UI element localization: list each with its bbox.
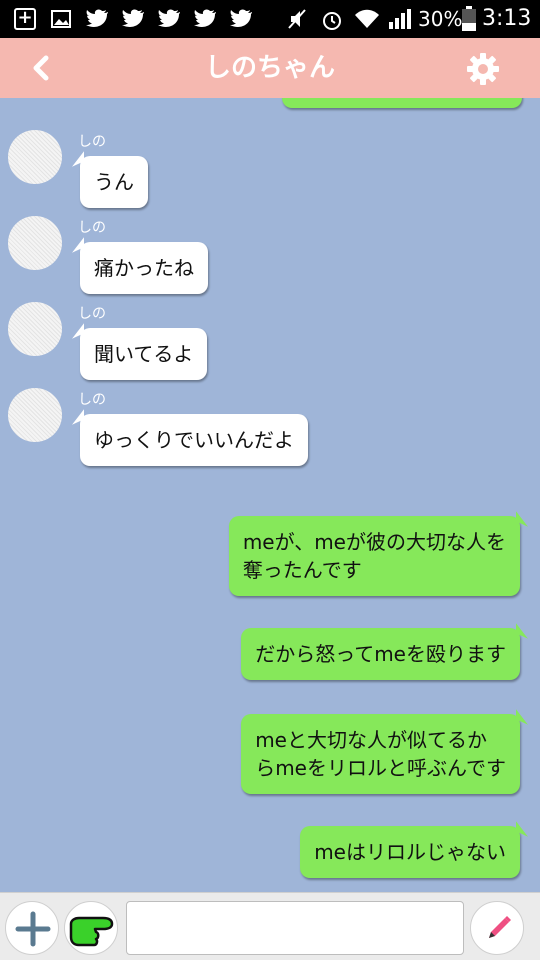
mute-icon bbox=[286, 8, 308, 30]
message-text-line: らmeをリロルと呼ぶんです bbox=[255, 756, 506, 780]
avatar[interactable] bbox=[8, 302, 62, 356]
add-attachment-button[interactable] bbox=[5, 901, 59, 955]
send-button[interactable] bbox=[470, 901, 524, 955]
back-button[interactable] bbox=[22, 50, 62, 86]
message-text-line: 奪ったんです bbox=[242, 558, 362, 582]
chat-header: しのちゃん bbox=[0, 38, 540, 98]
message-text-line: meはリロルじゃない bbox=[314, 840, 506, 864]
message-bubble-incoming: うん bbox=[80, 156, 148, 208]
message-bubble-incoming: ゆっくりでいいんだよ bbox=[80, 414, 308, 466]
plus-icon bbox=[15, 911, 51, 947]
avatar[interactable] bbox=[8, 130, 62, 184]
sender-name: しの bbox=[78, 134, 106, 150]
chat-area[interactable]: しの うん しの 痛かったね しの 聞いてるよ しの ゆっくりでいいんだよ me… bbox=[0, 98, 540, 892]
twitter-icon bbox=[194, 8, 216, 30]
gear-icon bbox=[467, 53, 499, 85]
sender-name: しの bbox=[78, 392, 106, 408]
status-bar: + 30% 3:13 bbox=[0, 0, 540, 38]
sender-name: しの bbox=[78, 220, 106, 236]
sender-name: しの bbox=[78, 306, 106, 322]
clock: 3:13 bbox=[482, 6, 532, 31]
message-bubble-incoming: 聞いてるよ bbox=[80, 328, 208, 380]
battery-icon bbox=[458, 6, 480, 31]
wifi-icon bbox=[354, 8, 379, 30]
pointing-hand-icon bbox=[69, 916, 114, 947]
message-bubble-outgoing: だから怒ってmeを殴ります bbox=[241, 628, 520, 680]
twitter-icon bbox=[122, 8, 144, 30]
avatar[interactable] bbox=[8, 388, 62, 442]
message-text-line: だから怒ってmeを殴ります bbox=[255, 642, 506, 666]
pencil-icon bbox=[489, 916, 511, 938]
alarm-icon bbox=[320, 8, 342, 30]
sticker-button[interactable] bbox=[64, 901, 118, 955]
twitter-icon bbox=[230, 8, 252, 30]
battery-percent: 30% bbox=[418, 7, 463, 31]
twitter-icon bbox=[158, 8, 180, 30]
message-bubble-outgoing: meはリロルじゃない bbox=[300, 826, 520, 878]
add-box-icon: + bbox=[14, 8, 36, 30]
page-title: しのちゃん bbox=[204, 53, 335, 83]
signal-icon bbox=[388, 8, 411, 30]
message-bubble-outgoing: meが、meが彼の大切な人を 奪ったんです bbox=[228, 516, 520, 596]
chevron-left-icon bbox=[33, 55, 49, 81]
input-bar bbox=[0, 892, 540, 960]
message-bubble-outgoing-partial bbox=[282, 98, 522, 108]
message-bubble-outgoing: meと大切な人が似てるか らmeをリロルと呼ぶんです bbox=[241, 714, 520, 794]
settings-button[interactable] bbox=[464, 50, 502, 88]
avatar[interactable] bbox=[8, 216, 62, 270]
message-input[interactable] bbox=[126, 901, 464, 955]
image-icon bbox=[50, 8, 72, 30]
message-bubble-incoming: 痛かったね bbox=[80, 242, 208, 294]
twitter-icon bbox=[86, 8, 108, 30]
message-text-line: meが、meが彼の大切な人を bbox=[242, 530, 506, 554]
message-text-line: meと大切な人が似てるか bbox=[255, 728, 487, 752]
